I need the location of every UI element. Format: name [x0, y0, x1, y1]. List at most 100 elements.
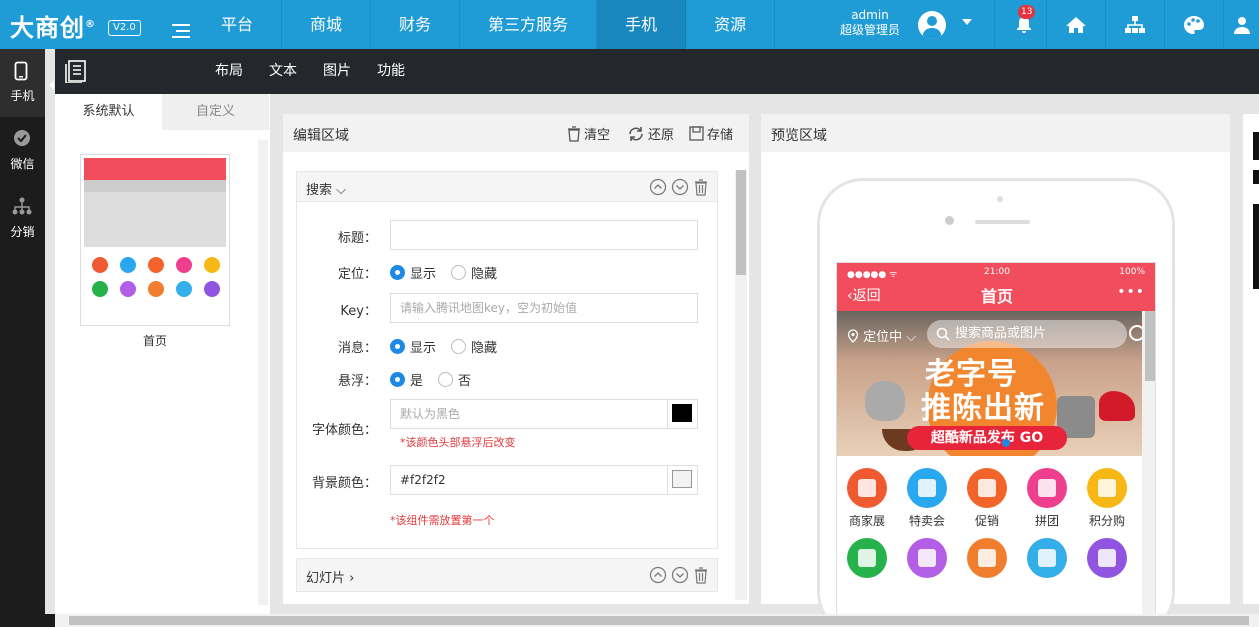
gift-box-icon — [1027, 538, 1067, 578]
clear-button[interactable]: 清空 — [567, 124, 610, 143]
font-color-swatch[interactable] — [667, 400, 697, 428]
clear-label: 清空 — [584, 128, 611, 143]
phone-camera — [945, 216, 954, 225]
location-label: 定位： — [337, 267, 377, 282]
nav-mobile[interactable]: 手机 — [597, 0, 687, 49]
restore-label: 还原 — [648, 128, 675, 143]
main-nav: 平台 商城 财务 第三方服务 手机 资源 — [193, 0, 776, 49]
move-up-icon[interactable] — [649, 178, 667, 196]
subnav-image[interactable]: 图片 — [323, 49, 351, 94]
nav-mall[interactable]: 商城 — [282, 0, 372, 49]
search-block-header[interactable]: 搜索 ⌵ — [297, 172, 717, 202]
top-bar: 大商创® V2.0 平台 商城 财务 第三方服务 手机 资源 admin 超级管… — [0, 0, 1259, 49]
font-color-input[interactable]: 默认为黑色 — [390, 399, 698, 429]
coupon-icon — [907, 538, 947, 578]
float-yes-radio[interactable]: 是 — [390, 370, 423, 389]
theme-button[interactable] — [1164, 0, 1222, 49]
menu-toggle-icon[interactable] — [172, 24, 190, 38]
restore-button[interactable]: 还原 — [627, 124, 674, 143]
chevron-down-icon[interactable] — [962, 19, 972, 25]
message-icon[interactable] — [1129, 321, 1142, 341]
bg-color-swatch[interactable] — [667, 466, 697, 494]
horizontal-scrollbar[interactable] — [55, 614, 1259, 627]
user-button[interactable] — [1223, 0, 1259, 49]
admin-info[interactable]: admin 超级管理员 — [840, 8, 900, 38]
sidebar-footer — [0, 614, 55, 627]
key-input[interactable]: 请输入腾讯地图key，空为初始值 — [390, 293, 698, 323]
grid-item-8[interactable] — [957, 538, 1017, 582]
subnav-text[interactable]: 文本 — [269, 49, 297, 94]
radio-label: 是 — [410, 374, 424, 389]
mobile-location[interactable]: 定位中 ⌵ — [847, 326, 916, 345]
sidebar-item-distribution[interactable]: 分销 — [0, 185, 45, 253]
grid-item-9[interactable] — [1017, 538, 1077, 582]
move-down-icon[interactable] — [671, 178, 689, 196]
grid-item-promotion[interactable]: 促销 — [957, 468, 1017, 529]
bg-color-input[interactable]: #f2f2f2 — [390, 465, 698, 495]
scrollbar-thumb[interactable] — [1145, 311, 1155, 381]
scrollbar-thumb[interactable] — [736, 170, 746, 275]
edit-area-header: 编辑区域 清空 还原 存储 — [283, 114, 749, 152]
mobile-banner[interactable]: 老字号 推陈出新 超酷新品发布 GO 定位中 ⌵ 搜索商品或图片 — [837, 311, 1142, 456]
right-panel-edge — [1243, 114, 1259, 604]
scrollbar-thumb[interactable] — [69, 616, 1249, 625]
grid-item-label: 商家展 — [848, 514, 885, 528]
template-tabs: 系统默认 自定义 — [55, 94, 270, 130]
subnav-function[interactable]: 功能 — [377, 49, 405, 94]
grid-item-10[interactable] — [1077, 538, 1137, 582]
sitemap-button[interactable] — [1105, 0, 1163, 49]
location-hide-radio[interactable]: 隐藏 — [451, 263, 497, 282]
grid-item-group-buy[interactable]: 拼团 — [1017, 468, 1077, 529]
tab-system-default[interactable]: 系统默认 — [55, 94, 162, 130]
carousel-indicator[interactable] — [1002, 439, 1010, 447]
message-hide-radio[interactable]: 隐藏 — [451, 337, 497, 356]
grid-item-flash-sale[interactable]: 特卖会 — [897, 468, 957, 529]
mobile-search-bar[interactable]: 搜索商品或图片 — [927, 320, 1127, 348]
document-list-icon[interactable] — [65, 59, 89, 83]
move-down-icon[interactable] — [671, 566, 689, 584]
nav-third-party[interactable]: 第三方服务 — [460, 0, 598, 49]
search-block-title-text: 搜索 — [306, 183, 333, 198]
more-icon[interactable]: ••• — [1117, 284, 1145, 300]
tab-custom[interactable]: 自定义 — [162, 94, 269, 130]
avatar[interactable] — [918, 11, 946, 39]
grid-item-merchants[interactable]: 商家展 — [837, 468, 897, 529]
radio-label: 隐藏 — [471, 341, 498, 356]
move-up-icon[interactable] — [649, 566, 667, 584]
message-show-radio[interactable]: 显示 — [390, 337, 436, 356]
location-text: 定位中 — [863, 330, 903, 345]
message-row: 消息： 显示 隐藏 — [297, 335, 717, 356]
save-button[interactable]: 存储 — [689, 124, 733, 143]
home-button[interactable] — [1046, 0, 1104, 49]
nav-finance[interactable]: 财务 — [371, 0, 461, 49]
delete-icon[interactable] — [693, 566, 709, 584]
nav-resources[interactable]: 资源 — [686, 0, 776, 49]
grid-item-7[interactable] — [897, 538, 957, 582]
font-color-label: 字体颜色： — [311, 423, 377, 438]
grid-item-6[interactable] — [837, 538, 897, 582]
float-no-radio[interactable]: 否 — [438, 370, 471, 389]
grid-item-label: 拼团 — [1034, 514, 1059, 528]
grid-item-points-mall[interactable]: 积分购 — [1077, 468, 1137, 529]
slideshow-component-block[interactable]: 幻灯片 › — [296, 558, 718, 592]
preview-area-title: 预览区域 — [771, 128, 827, 144]
banner-cta[interactable]: 超酷新品发布 GO — [907, 426, 1067, 450]
preview-scrollbar[interactable] — [1142, 311, 1155, 627]
component-nav: 布局 文本 图片 功能 — [215, 49, 431, 94]
delete-icon[interactable] — [693, 178, 709, 196]
brand-logo[interactable]: 大商创® — [10, 8, 96, 43]
nav-platform[interactable]: 平台 — [193, 0, 283, 49]
template-scrollbar[interactable] — [258, 140, 268, 605]
location-show-radio[interactable]: 显示 — [390, 263, 436, 282]
edit-area-scrollbar[interactable] — [735, 170, 747, 600]
sidebar-item-mobile[interactable]: 手机 — [0, 49, 45, 117]
template-thumbnail[interactable] — [80, 154, 230, 326]
phone-screen: ●●●●● ᯤ 21:00 100% ‹返回 首页 ••• 老字号 推陈出新 超… — [836, 262, 1156, 627]
title-input[interactable] — [390, 220, 698, 250]
sidebar-item-label: 手机 — [10, 89, 35, 103]
bg-color-row: 背景颜色： #f2f2f2 — [297, 465, 717, 495]
subnav-layout[interactable]: 布局 — [215, 49, 243, 94]
search-component-block: 搜索 ⌵ 标题： 定位： 显示 隐藏 Key： 请输入腾讯地图key，空为初始值… — [296, 171, 718, 549]
mobile-header: ●●●●● ᯤ 21:00 100% ‹返回 首页 ••• — [837, 263, 1155, 311]
sidebar-item-wechat[interactable]: 微信 — [0, 117, 45, 185]
